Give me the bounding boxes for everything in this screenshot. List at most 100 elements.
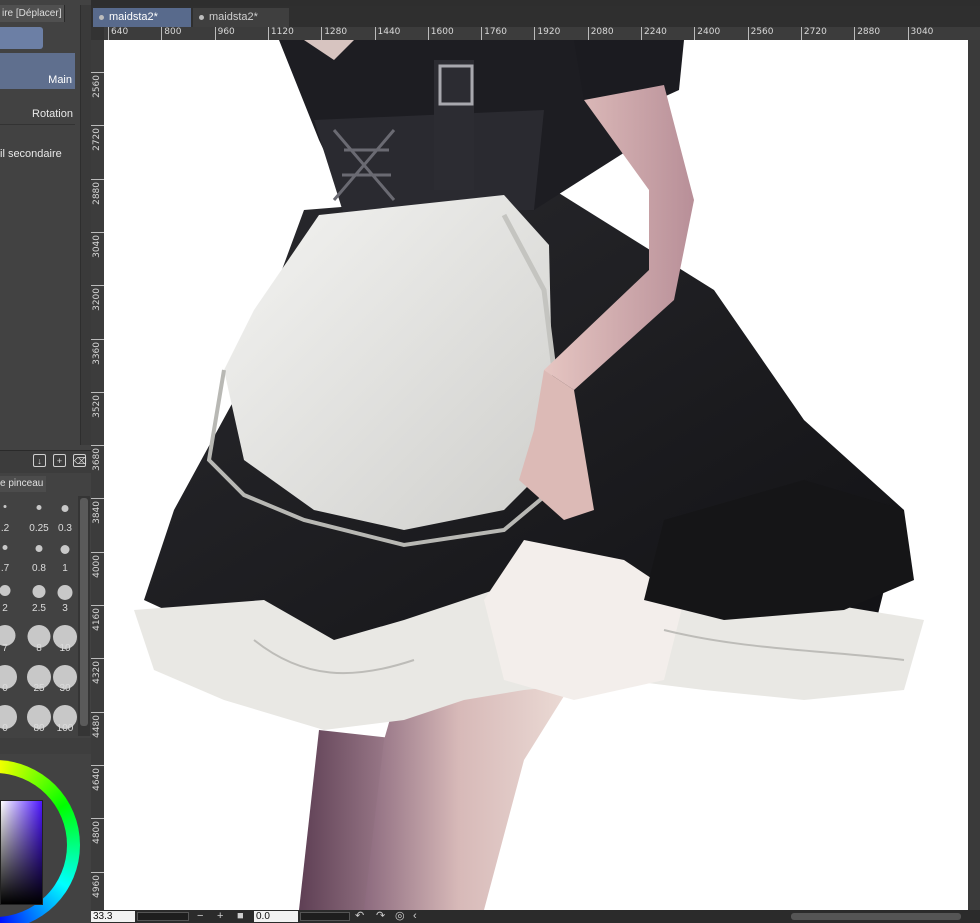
zoom-slider[interactable] (137, 912, 189, 921)
ruler-tick: 2560 (91, 72, 104, 113)
maid-dress-illustration (134, 40, 924, 910)
ruler-tick-label: 3040 (92, 234, 102, 258)
brush-size-label: .2 (0, 523, 10, 534)
tool-property-tab[interactable]: ire [Déplacer] (0, 5, 65, 22)
status-bar: 33.3 − + ■ 0.0 ↶ ↷ ◎ ‹ (91, 910, 980, 923)
brush-size-option[interactable]: 0.25 (26, 496, 52, 536)
ruler-tick: 2400 (694, 27, 720, 40)
tab-label: maidsta2* (109, 11, 158, 23)
corset (314, 110, 544, 215)
brush-size-label: 80 (33, 723, 45, 734)
ruler-tick: 1280 (321, 27, 347, 40)
brush-size-preview-icon (57, 585, 73, 600)
brush-size-option[interactable]: 80 (26, 696, 52, 736)
brush-size-option[interactable]: 3 (52, 576, 78, 616)
zoom-in-icon[interactable]: + (217, 910, 223, 923)
trash-icon[interactable]: ⌫ (73, 454, 87, 467)
brush-size-label: 2.5 (32, 603, 46, 614)
ruler-tick-label: 3840 (92, 501, 102, 525)
brush-size-option[interactable]: 7 (0, 616, 18, 656)
saturation-value-square[interactable] (0, 800, 43, 905)
brush-size-preview-icon (61, 505, 69, 512)
brush-size-label: 8 (36, 643, 42, 654)
duplicate-icon[interactable]: + (53, 454, 66, 467)
fit-icon[interactable]: ■ (237, 910, 244, 923)
secondary-tool-label[interactable]: il secondaire (0, 148, 62, 160)
ruler-tick-label: 4000 (92, 554, 102, 578)
ruler-tick: 3040 (907, 27, 933, 40)
brush-size-scrollbar[interactable] (78, 496, 90, 736)
brush-size-preview-icon (35, 545, 43, 552)
ruler-tick-label: 3680 (92, 448, 102, 471)
angle-input[interactable]: 0.0 (254, 911, 298, 922)
ruler-tick-label: 4320 (92, 661, 102, 685)
zoom-input[interactable]: 33.3 (91, 911, 135, 922)
ruler-tick: 1120 (267, 27, 294, 40)
reset-rotation-icon[interactable]: ◎ (395, 910, 405, 923)
ruler-tick: 2240 (641, 27, 667, 40)
brush-size-option[interactable]: 30 (52, 656, 78, 696)
brush-size-label: 0.3 (58, 523, 72, 534)
main-subtool-label: Main (48, 74, 72, 86)
ruler-tick-label: 4800 (92, 821, 102, 845)
tab-maidsta2-active[interactable]: maidsta2* (93, 8, 191, 27)
brush-size-option[interactable]: 100 (52, 696, 78, 736)
brush-size-label: 0 (2, 723, 8, 734)
layer-toolbar: ↓ + ⌫ (0, 450, 91, 473)
ruler-tick: 1440 (374, 27, 400, 40)
ruler-tick-label: 2560 (92, 75, 102, 98)
ruler-tick: 4800 (91, 818, 104, 859)
brush-size-label: 2 (2, 603, 8, 614)
ruler-corner (91, 27, 104, 40)
ruler-tick: 3680 (91, 445, 104, 486)
panel-scrollbar[interactable] (80, 5, 91, 445)
ruler-tick: 4960 (91, 871, 104, 913)
brush-size-option[interactable]: 0.8 (26, 536, 52, 576)
rotation-option-label[interactable]: Rotation (32, 108, 73, 120)
brush-size-tab[interactable]: e pinceau (0, 476, 46, 492)
horizontal-ruler: 640 800 960 1120 1280 1440 1600 1760 1920 2080 224… (91, 27, 980, 41)
brush-size-preview-icon (3, 505, 7, 508)
brush-size-label: 100 (56, 723, 74, 734)
zoom-out-icon[interactable]: − (197, 910, 203, 923)
brush-size-label: 0.8 (32, 563, 46, 574)
angle-slider[interactable] (300, 912, 350, 921)
brush-size-option[interactable]: 25 (26, 656, 52, 696)
ruler-tick: 1600 (427, 27, 454, 40)
brush-size-option[interactable]: 1 (52, 536, 78, 576)
horizontal-scrollbar[interactable] (791, 913, 961, 920)
brush-size-label: 3 (62, 603, 68, 614)
ruler-tick: 4320 (91, 658, 104, 699)
tab-maidsta2[interactable]: maidsta2* (193, 8, 289, 27)
rotate-left-icon[interactable]: ↶ (355, 910, 364, 923)
main-subtool-item[interactable]: Main (0, 53, 75, 89)
document-tab-bar: maidsta2* maidsta2* (91, 6, 980, 27)
brush-size-preview-icon (2, 545, 8, 550)
ruler-tick-label: 2880 (92, 181, 102, 205)
canvas-vertical-scrollbar[interactable] (968, 40, 980, 910)
divider (0, 124, 75, 125)
brush-size-option[interactable]: 10 (52, 616, 78, 656)
chevron-left-icon[interactable]: ‹ (413, 910, 417, 923)
ruler-tick-label: 4640 (92, 767, 102, 791)
brush-size-label: 0 (2, 683, 8, 694)
ruler-tick: 2720 (91, 125, 104, 166)
brush-size-option[interactable]: 0 (0, 656, 18, 696)
download-icon[interactable]: ↓ (33, 454, 46, 467)
tool-preset-button[interactable] (0, 27, 43, 49)
brush-size-option[interactable]: 0 (0, 696, 18, 736)
brush-size-option[interactable]: .7 (0, 536, 18, 576)
scroll-thumb[interactable] (80, 498, 88, 726)
rotate-right-icon[interactable]: ↷ (376, 910, 385, 923)
brush-size-option[interactable]: 8 (26, 616, 52, 656)
brush-size-option[interactable]: .2 (0, 496, 18, 536)
brush-size-option[interactable]: 2.5 (26, 576, 52, 616)
left-tool-panel: ire [Déplacer] Main Rotation il secondai… (0, 0, 91, 923)
brush-size-option[interactable]: 2 (0, 576, 18, 616)
ruler-tick-label: 3200 (92, 288, 102, 312)
brush-size-option[interactable]: 0.3 (52, 496, 78, 536)
drawing-canvas[interactable] (104, 40, 980, 910)
brush-toolbar (0, 738, 91, 754)
ruler-tick: 2880 (91, 178, 104, 220)
ruler-tick: 2880 (854, 27, 880, 40)
